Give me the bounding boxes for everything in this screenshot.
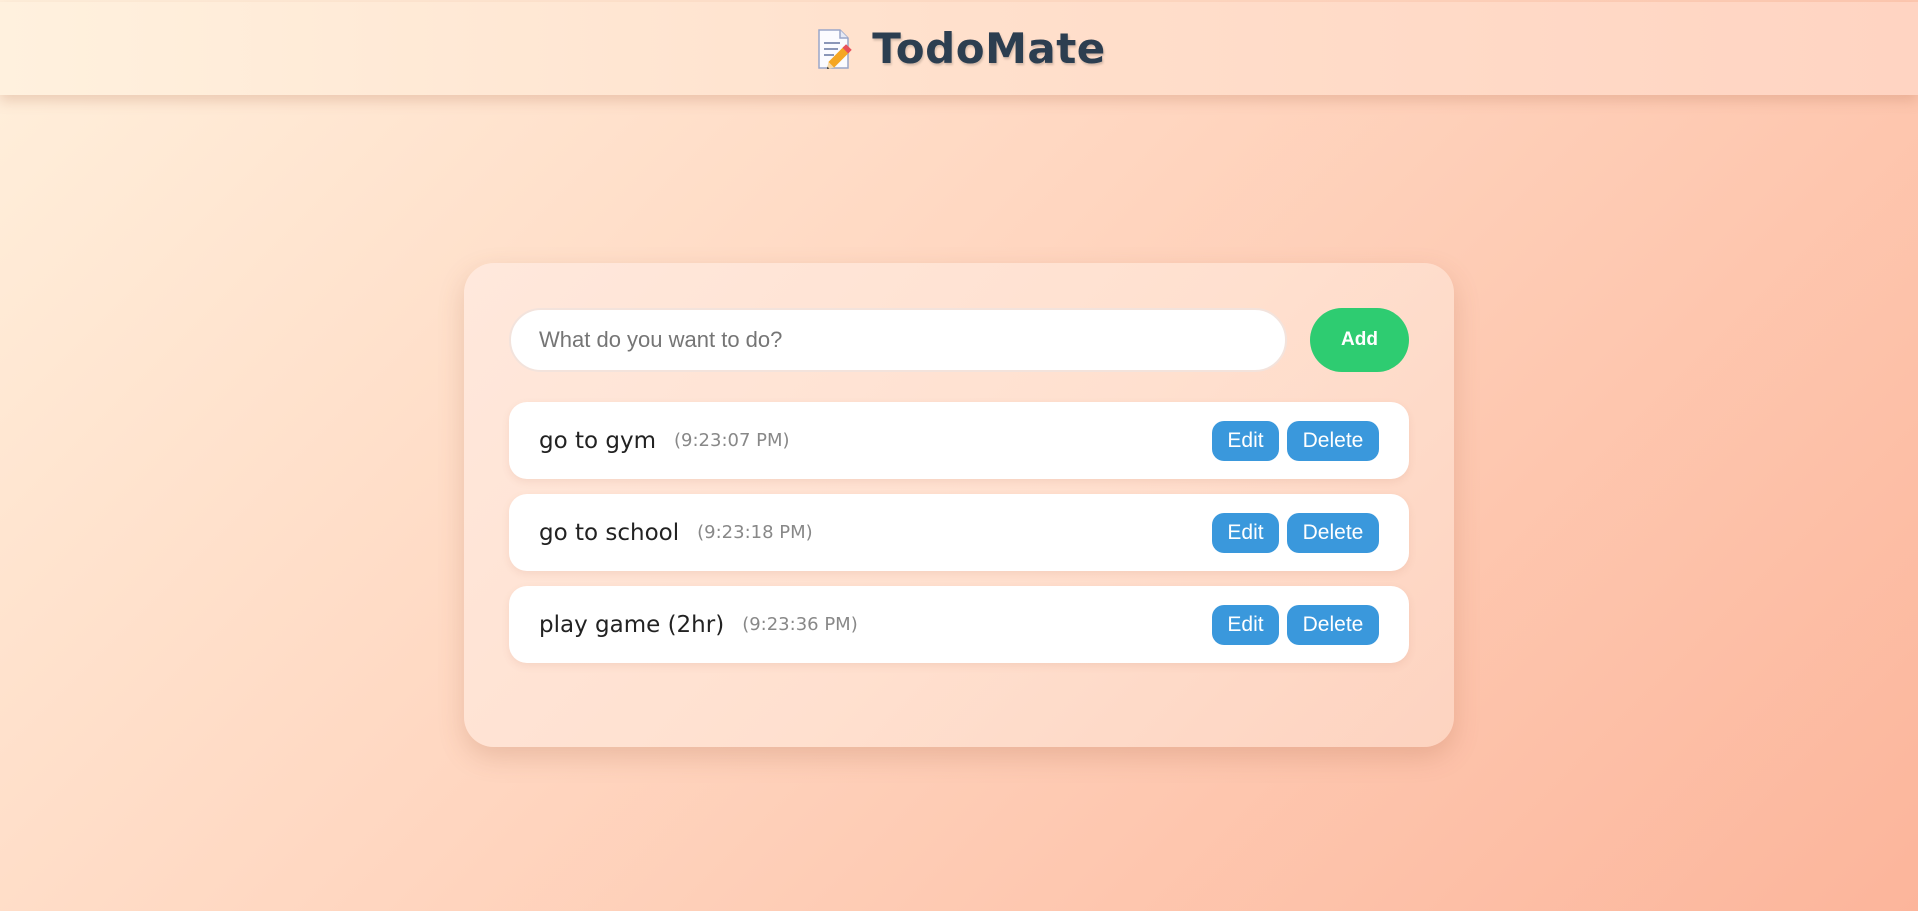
add-todo-form: Add	[509, 308, 1409, 372]
todo-item: go to gym (9:23:07 PM) Edit Delete	[509, 402, 1409, 479]
edit-button[interactable]: Edit	[1212, 421, 1279, 461]
todo-actions: Edit Delete	[1212, 605, 1379, 645]
todo-text: play game (2hr)	[539, 611, 725, 638]
todo-item: play game (2hr) (9:23:36 PM) Edit Delete	[509, 586, 1409, 663]
todo-timestamp: (9:23:07 PM)	[674, 430, 790, 451]
app-header: TodoMate	[0, 2, 1918, 95]
todo-timestamp: (9:23:36 PM)	[742, 614, 858, 635]
todo-text: go to school	[539, 519, 680, 546]
todo-text: go to gym	[539, 427, 656, 454]
memo-pencil-icon	[812, 27, 856, 71]
app-title: TodoMate	[872, 24, 1106, 73]
todo-actions: Edit Delete	[1212, 421, 1379, 461]
delete-button[interactable]: Delete	[1287, 513, 1379, 553]
delete-button[interactable]: Delete	[1287, 605, 1379, 645]
todo-card: Add go to gym (9:23:07 PM) Edit Delete g…	[464, 263, 1454, 747]
todo-item: go to school (9:23:18 PM) Edit Delete	[509, 494, 1409, 571]
delete-button[interactable]: Delete	[1287, 421, 1379, 461]
todo-input[interactable]	[509, 308, 1287, 372]
todo-list: go to gym (9:23:07 PM) Edit Delete go to…	[509, 402, 1409, 678]
todo-timestamp: (9:23:18 PM)	[697, 522, 813, 543]
add-button[interactable]: Add	[1310, 308, 1409, 372]
edit-button[interactable]: Edit	[1212, 513, 1279, 553]
todo-actions: Edit Delete	[1212, 513, 1379, 553]
edit-button[interactable]: Edit	[1212, 605, 1279, 645]
